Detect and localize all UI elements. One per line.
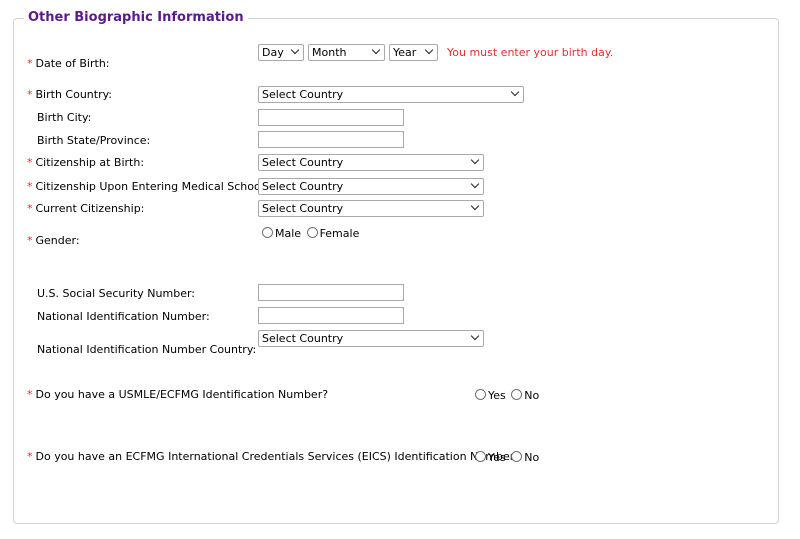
chevron-down-icon <box>470 331 480 341</box>
ssn-input[interactable] <box>258 284 404 301</box>
required-marker: * <box>27 202 33 215</box>
usmle-no-radio[interactable] <box>511 389 523 400</box>
dob-year-select[interactable]: Year <box>389 44 438 61</box>
citizenship-med-select[interactable]: Select Country <box>258 178 484 195</box>
usmle-radio-group: Yes No <box>475 389 539 403</box>
usmle-yes-radio[interactable] <box>475 389 486 400</box>
current-citizenship-select[interactable]: Select Country <box>258 200 484 217</box>
chevron-down-icon <box>290 45 300 55</box>
birth-state-input[interactable] <box>258 131 404 148</box>
national-id-country-label: National Identification Number Country: <box>37 343 257 356</box>
current-citizenship-label: * Current Citizenship: <box>27 202 145 215</box>
gender-label: * Gender: <box>27 234 80 247</box>
chevron-down-icon <box>510 87 520 97</box>
birth-country-label: * Birth Country: <box>27 88 113 101</box>
birth-country-select[interactable]: Select Country <box>258 86 524 103</box>
eics-no-label: No <box>524 451 540 464</box>
eics-no-radio[interactable] <box>511 451 523 462</box>
chevron-down-icon <box>470 201 480 211</box>
birth-state-label: Birth State/Province: <box>37 134 151 147</box>
birth-city-input[interactable] <box>258 109 404 126</box>
eics-yes-radio[interactable] <box>475 451 486 462</box>
chevron-down-icon <box>371 45 381 55</box>
usmle-yes-label: Yes <box>488 389 506 402</box>
eics-radio-group: Yes No <box>475 451 539 465</box>
dob-month-select[interactable]: Month <box>308 44 385 61</box>
required-marker: * <box>27 450 33 463</box>
birth-city-label: Birth City: <box>37 111 92 124</box>
gender-female-label: Female <box>319 227 360 240</box>
gender-male-label: Male <box>275 227 302 240</box>
required-marker: * <box>27 88 33 101</box>
citizenship-med-label: * Citizenship Upon Entering Medical Schoo… <box>27 180 268 193</box>
required-marker: * <box>27 57 33 70</box>
eics-yes-label: Yes <box>488 451 506 464</box>
chevron-down-icon <box>470 179 480 189</box>
required-marker: * <box>27 180 33 193</box>
usmle-label: * Do you have a USMLE/ECFMG Identificatio… <box>27 388 329 401</box>
required-marker: * <box>27 388 33 401</box>
gender-radio-group: Male Female <box>262 227 359 241</box>
national-id-label: National Identification Number: <box>37 310 210 323</box>
citizenship-birth-select[interactable]: Select Country <box>258 154 484 171</box>
chevron-down-icon <box>470 155 480 165</box>
ssn-label: U.S. Social Security Number: <box>37 287 196 300</box>
required-marker: * <box>27 234 33 247</box>
usmle-no-label: No <box>524 389 540 402</box>
required-marker: * <box>27 156 33 169</box>
gender-female-radio[interactable] <box>306 227 318 238</box>
gender-male-radio[interactable] <box>262 227 273 238</box>
section-title: Other Biographic Information <box>24 9 248 27</box>
dob-day-select[interactable]: Day <box>258 44 304 61</box>
dob-label: * Date of Birth: <box>27 57 110 70</box>
national-id-input[interactable] <box>258 307 404 324</box>
national-id-country-select[interactable]: Select Country <box>258 330 484 347</box>
eics-label: * Do you have an ECFMG International Cred… <box>27 450 521 463</box>
chevron-down-icon <box>424 45 434 55</box>
citizenship-birth-label: * Citizenship at Birth: <box>27 156 145 169</box>
dob-error-message: You must enter your birth day. <box>447 46 614 59</box>
